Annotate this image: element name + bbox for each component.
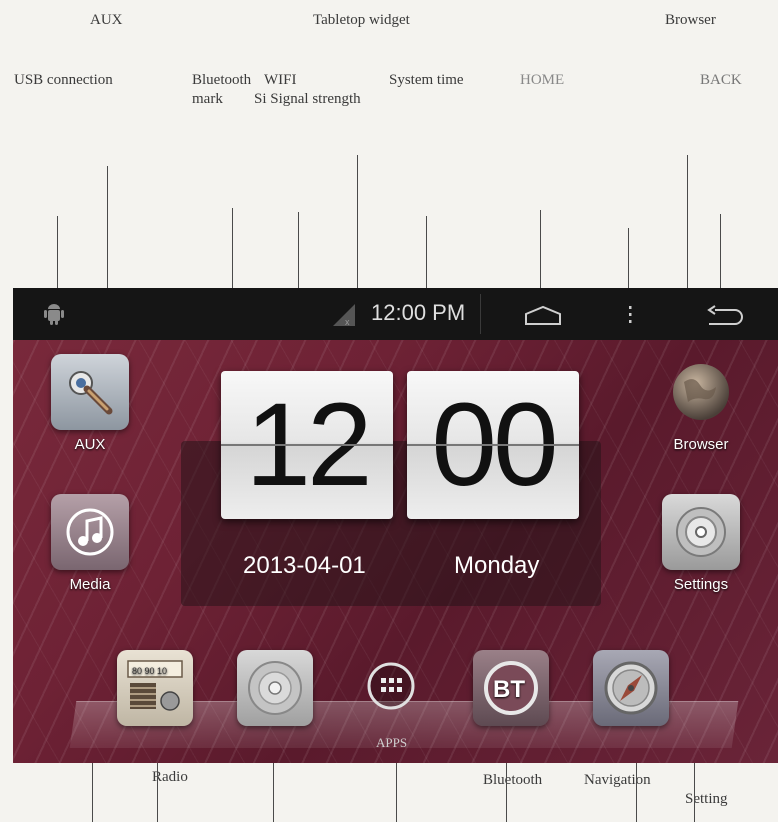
callout-home: HOME bbox=[520, 72, 565, 88]
leader-line bbox=[92, 763, 93, 822]
callout-usb-connection: USB connection bbox=[14, 72, 113, 88]
settings-app[interactable]: Settings bbox=[649, 494, 753, 593]
bluetooth-app[interactable]: BT bbox=[471, 650, 551, 726]
leader-line bbox=[107, 166, 108, 288]
callout-bluetooth-mark-line1: Bluetooth bbox=[192, 72, 252, 88]
clock-weekday: Monday bbox=[454, 552, 540, 579]
menu-icon[interactable] bbox=[627, 304, 633, 331]
apps-grid-icon bbox=[363, 658, 419, 714]
callout-system-time: System time bbox=[389, 72, 464, 88]
globe-icon bbox=[662, 354, 740, 430]
leader-line bbox=[273, 763, 274, 822]
media-note-icon bbox=[51, 494, 129, 570]
callout-wifi: WIFI bbox=[264, 72, 297, 88]
aux-label: AUX bbox=[74, 436, 106, 453]
callout-browser: Browser bbox=[665, 12, 716, 28]
dvd-app[interactable] bbox=[235, 650, 315, 726]
callout-navigation: Navigation bbox=[584, 772, 651, 788]
leader-line bbox=[628, 228, 629, 288]
bt-text: BT bbox=[493, 676, 525, 703]
leader-line bbox=[298, 212, 299, 288]
radio-icon: 80 90 10 bbox=[117, 650, 193, 726]
signal-icon: x bbox=[331, 302, 357, 333]
tabletop-clock-widget[interactable]: 12 00 2013-04-01 Monday bbox=[181, 371, 601, 606]
android-icon bbox=[43, 302, 65, 331]
leader-line bbox=[694, 763, 695, 822]
media-app[interactable]: Media bbox=[45, 494, 135, 593]
system-time: 12:00 PM bbox=[371, 300, 466, 325]
callout-bluetooth-mark-line2: mark bbox=[192, 91, 223, 107]
leader-line bbox=[506, 763, 507, 822]
leader-line bbox=[426, 216, 427, 288]
dvd-disc-icon bbox=[237, 650, 313, 726]
callout-tabletop-widget: Tabletop widget bbox=[313, 12, 410, 28]
clock-hours: 12 bbox=[221, 371, 393, 519]
leader-line bbox=[396, 763, 397, 822]
aux-icon bbox=[51, 354, 129, 430]
back-icon[interactable] bbox=[705, 304, 745, 331]
leader-line bbox=[157, 763, 158, 822]
leader-line bbox=[540, 210, 541, 288]
callout-signal-strength: Si Signal strength bbox=[254, 91, 361, 107]
leader-line bbox=[57, 216, 58, 288]
navigation-app[interactable] bbox=[591, 650, 671, 726]
browser-label: Browser bbox=[673, 436, 729, 453]
callout-aux: AUX bbox=[90, 12, 123, 28]
settings-label: Settings bbox=[673, 576, 729, 593]
home-icon[interactable] bbox=[523, 304, 563, 331]
apps-launcher[interactable] bbox=[363, 658, 419, 714]
status-bar: x 12:00 PM bbox=[13, 288, 778, 340]
media-label: Media bbox=[69, 576, 111, 593]
device-screen: x 12:00 PM AUX Media Browser Settings 12… bbox=[13, 288, 778, 763]
apps-label: APPS bbox=[376, 735, 408, 750]
radio-dial-text: 80 90 10 bbox=[132, 666, 167, 676]
aux-app[interactable]: AUX bbox=[45, 354, 135, 453]
leader-line bbox=[636, 763, 637, 822]
settings-disc-icon bbox=[662, 494, 740, 570]
clock-date: 2013-04-01 bbox=[243, 552, 366, 579]
leader-line bbox=[720, 214, 721, 288]
navigation-compass-icon bbox=[593, 650, 669, 726]
browser-app[interactable]: Browser bbox=[649, 354, 753, 453]
leader-line bbox=[232, 208, 233, 288]
statusbar-divider bbox=[480, 294, 481, 334]
radio-app[interactable]: 80 90 10 bbox=[115, 650, 195, 726]
callout-bluetooth: Bluetooth bbox=[483, 772, 543, 788]
callout-back: BACK bbox=[700, 72, 742, 88]
bluetooth-icon: BT bbox=[473, 650, 549, 726]
svg-text:x: x bbox=[345, 317, 350, 327]
callout-setting: Setting bbox=[685, 791, 728, 807]
leader-line bbox=[357, 155, 358, 288]
clock-minutes: 00 bbox=[407, 371, 579, 519]
leader-line bbox=[687, 155, 688, 288]
